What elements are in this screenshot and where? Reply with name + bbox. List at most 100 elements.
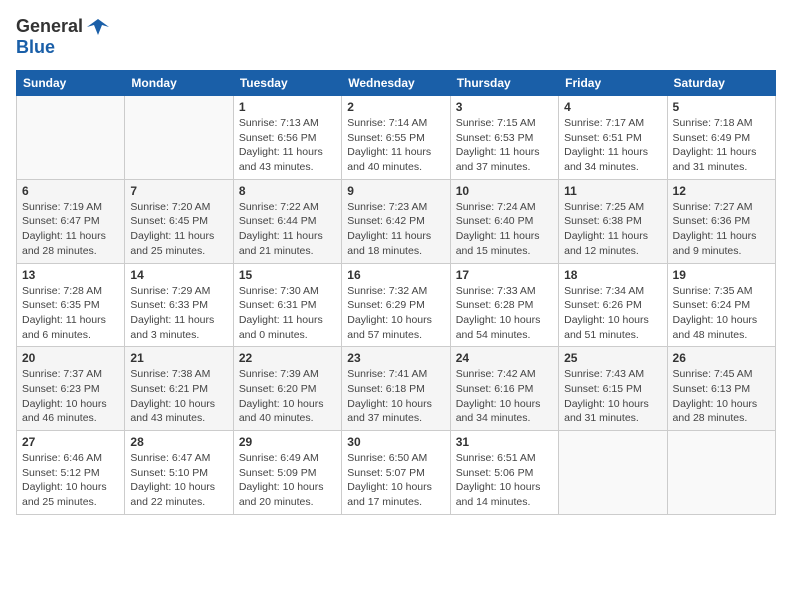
calendar-cell: 4 Sunrise: 7:17 AMSunset: 6:51 PMDaylight… [559, 96, 667, 180]
day-info: Sunrise: 6:49 AMSunset: 5:09 PMDaylight:… [239, 451, 336, 510]
week-row-5: 27 Sunrise: 6:46 AMSunset: 5:12 PMDayligh… [17, 431, 776, 515]
day-info: Sunrise: 6:47 AMSunset: 5:10 PMDaylight:… [130, 451, 227, 510]
weekday-header-sunday: Sunday [17, 71, 125, 96]
day-info: Sunrise: 7:17 AMSunset: 6:51 PMDaylight:… [564, 116, 661, 175]
day-info: Sunrise: 7:42 AMSunset: 6:16 PMDaylight:… [456, 367, 553, 426]
day-info: Sunrise: 7:33 AMSunset: 6:28 PMDaylight:… [456, 284, 553, 343]
calendar-cell: 14 Sunrise: 7:29 AMSunset: 6:33 PMDayligh… [125, 263, 233, 347]
calendar-cell: 28Sunrise: 6:47 AMSunset: 5:10 PMDayligh… [125, 431, 233, 515]
day-info: Sunrise: 7:15 AMSunset: 6:53 PMDaylight:… [456, 116, 553, 175]
calendar-cell: 31 Sunrise: 6:51 AMSunset: 5:06 PMDayligh… [450, 431, 558, 515]
day-number: 14 [130, 268, 227, 282]
calendar-cell [667, 431, 775, 515]
day-number: 19 [673, 268, 770, 282]
calendar-cell: 27 Sunrise: 6:46 AMSunset: 5:12 PMDayligh… [17, 431, 125, 515]
day-number: 31 [456, 435, 553, 449]
day-info: Sunrise: 7:43 AMSunset: 6:15 PMDaylight:… [564, 367, 661, 426]
day-number: 25 [564, 351, 661, 365]
logo-general-text: General [16, 16, 83, 37]
day-info: Sunrise: 7:29 AMSunset: 6:33 PMDaylight:… [130, 284, 227, 343]
day-info: Sunrise: 7:35 AMSunset: 6:24 PMDaylight:… [673, 284, 770, 343]
day-number: 21 [130, 351, 227, 365]
calendar-cell: 5 Sunrise: 7:18 AMSunset: 6:49 PMDaylight… [667, 96, 775, 180]
logo: General Blue [16, 16, 109, 58]
calendar-cell: 18Sunrise: 7:34 AMSunset: 6:26 PMDayligh… [559, 263, 667, 347]
calendar-cell: 11Sunrise: 7:25 AMSunset: 6:38 PMDayligh… [559, 179, 667, 263]
day-info: Sunrise: 7:20 AMSunset: 6:45 PMDaylight:… [130, 200, 227, 259]
weekday-header-monday: Monday [125, 71, 233, 96]
day-number: 15 [239, 268, 336, 282]
day-info: Sunrise: 7:28 AMSunset: 6:35 PMDaylight:… [22, 284, 119, 343]
calendar-cell: 1Sunrise: 7:13 AMSunset: 6:56 PMDaylight… [233, 96, 341, 180]
day-number: 27 [22, 435, 119, 449]
calendar-cell: 9 Sunrise: 7:23 AMSunset: 6:42 PMDaylight… [342, 179, 450, 263]
calendar-cell: 16 Sunrise: 7:32 AMSunset: 6:29 PMDayligh… [342, 263, 450, 347]
day-info: Sunrise: 7:38 AMSunset: 6:21 PMDaylight:… [130, 367, 227, 426]
day-number: 7 [130, 184, 227, 198]
day-number: 13 [22, 268, 119, 282]
day-number: 10 [456, 184, 553, 198]
day-number: 8 [239, 184, 336, 198]
day-info: Sunrise: 6:50 AMSunset: 5:07 PMDaylight:… [347, 451, 444, 510]
calendar-cell: 20 Sunrise: 7:37 AMSunset: 6:23 PMDayligh… [17, 347, 125, 431]
weekday-header-row: SundayMondayTuesdayWednesdayThursdayFrid… [17, 71, 776, 96]
day-number: 20 [22, 351, 119, 365]
day-info: Sunrise: 7:22 AMSunset: 6:44 PMDaylight:… [239, 200, 336, 259]
day-number: 11 [564, 184, 661, 198]
calendar-cell: 8 Sunrise: 7:22 AMSunset: 6:44 PMDaylight… [233, 179, 341, 263]
calendar-cell: 19 Sunrise: 7:35 AMSunset: 6:24 PMDayligh… [667, 263, 775, 347]
weekday-header-friday: Friday [559, 71, 667, 96]
weekday-header-thursday: Thursday [450, 71, 558, 96]
day-number: 23 [347, 351, 444, 365]
calendar-cell [559, 431, 667, 515]
calendar-cell: 30 Sunrise: 6:50 AMSunset: 5:07 PMDayligh… [342, 431, 450, 515]
weekday-header-wednesday: Wednesday [342, 71, 450, 96]
day-info: Sunrise: 7:14 AMSunset: 6:55 PMDaylight:… [347, 116, 444, 175]
day-info: Sunrise: 7:39 AMSunset: 6:20 PMDaylight:… [239, 367, 336, 426]
day-number: 1 [239, 100, 336, 114]
calendar-cell: 13 Sunrise: 7:28 AMSunset: 6:35 PMDayligh… [17, 263, 125, 347]
day-info: Sunrise: 7:18 AMSunset: 6:49 PMDaylight:… [673, 116, 770, 175]
day-info: Sunrise: 7:19 AMSunset: 6:47 PMDaylight:… [22, 200, 119, 259]
calendar-cell: 22 Sunrise: 7:39 AMSunset: 6:20 PMDayligh… [233, 347, 341, 431]
day-info: Sunrise: 7:32 AMSunset: 6:29 PMDaylight:… [347, 284, 444, 343]
day-info: Sunrise: 6:51 AMSunset: 5:06 PMDaylight:… [456, 451, 553, 510]
calendar-cell: 12Sunrise: 7:27 AMSunset: 6:36 PMDayligh… [667, 179, 775, 263]
calendar-cell [125, 96, 233, 180]
day-number: 24 [456, 351, 553, 365]
day-number: 30 [347, 435, 444, 449]
day-number: 4 [564, 100, 661, 114]
calendar-cell: 24 Sunrise: 7:42 AMSunset: 6:16 PMDayligh… [450, 347, 558, 431]
day-info: Sunrise: 7:24 AMSunset: 6:40 PMDaylight:… [456, 200, 553, 259]
day-info: Sunrise: 7:23 AMSunset: 6:42 PMDaylight:… [347, 200, 444, 259]
day-number: 6 [22, 184, 119, 198]
week-row-2: 6 Sunrise: 7:19 AMSunset: 6:47 PMDaylight… [17, 179, 776, 263]
day-info: Sunrise: 7:41 AMSunset: 6:18 PMDaylight:… [347, 367, 444, 426]
day-number: 9 [347, 184, 444, 198]
day-number: 12 [673, 184, 770, 198]
day-number: 16 [347, 268, 444, 282]
calendar-cell: 29 Sunrise: 6:49 AMSunset: 5:09 PMDayligh… [233, 431, 341, 515]
day-number: 29 [239, 435, 336, 449]
header: General Blue [16, 16, 776, 58]
day-info: Sunrise: 7:37 AMSunset: 6:23 PMDaylight:… [22, 367, 119, 426]
day-info: Sunrise: 6:46 AMSunset: 5:12 PMDaylight:… [22, 451, 119, 510]
calendar-cell: 25 Sunrise: 7:43 AMSunset: 6:15 PMDayligh… [559, 347, 667, 431]
calendar-cell: 21 Sunrise: 7:38 AMSunset: 6:21 PMDayligh… [125, 347, 233, 431]
week-row-3: 13 Sunrise: 7:28 AMSunset: 6:35 PMDayligh… [17, 263, 776, 347]
day-info: Sunrise: 7:30 AMSunset: 6:31 PMDaylight:… [239, 284, 336, 343]
day-info: Sunrise: 7:45 AMSunset: 6:13 PMDaylight:… [673, 367, 770, 426]
calendar-cell: 23 Sunrise: 7:41 AMSunset: 6:18 PMDayligh… [342, 347, 450, 431]
calendar-cell: 10 Sunrise: 7:24 AMSunset: 6:40 PMDayligh… [450, 179, 558, 263]
calendar-cell [17, 96, 125, 180]
day-number: 22 [239, 351, 336, 365]
week-row-4: 20 Sunrise: 7:37 AMSunset: 6:23 PMDayligh… [17, 347, 776, 431]
logo-bird-icon [87, 17, 109, 37]
calendar-cell: 17 Sunrise: 7:33 AMSunset: 6:28 PMDayligh… [450, 263, 558, 347]
calendar-cell: 15 Sunrise: 7:30 AMSunset: 6:31 PMDayligh… [233, 263, 341, 347]
weekday-header-tuesday: Tuesday [233, 71, 341, 96]
week-row-1: 1Sunrise: 7:13 AMSunset: 6:56 PMDaylight… [17, 96, 776, 180]
day-number: 5 [673, 100, 770, 114]
day-number: 26 [673, 351, 770, 365]
day-number: 17 [456, 268, 553, 282]
